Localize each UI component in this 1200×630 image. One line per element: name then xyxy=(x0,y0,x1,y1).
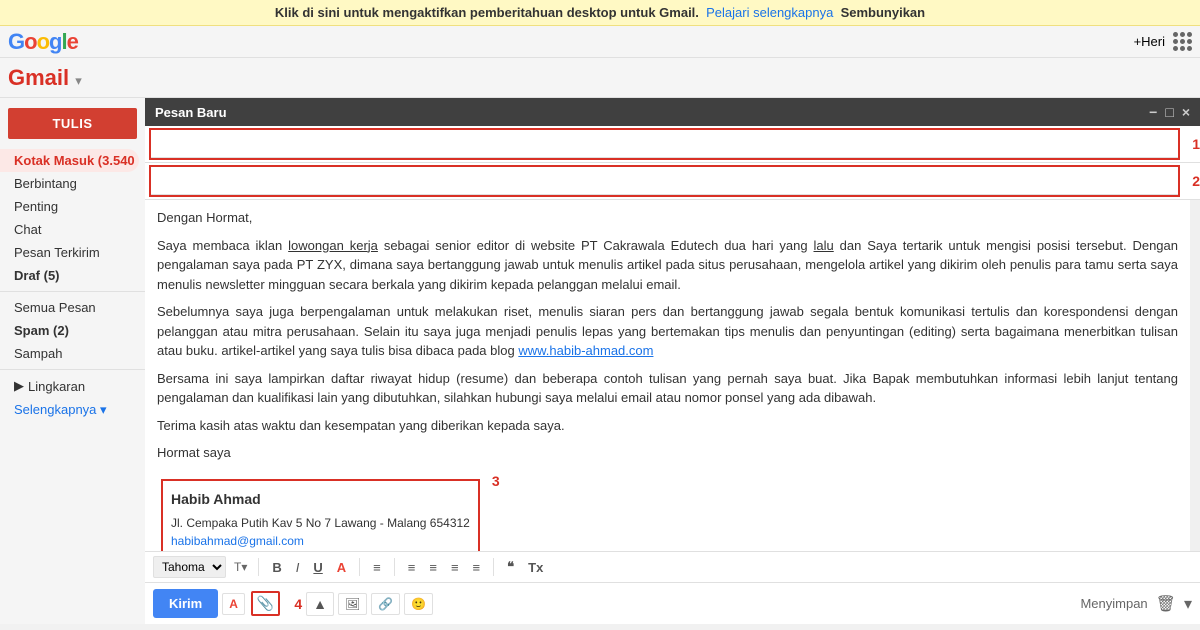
maximize-icon[interactable]: □ xyxy=(1165,104,1173,120)
more-options-icon[interactable]: ▾ xyxy=(1184,594,1192,614)
gmail-header: Gmail ▾ xyxy=(0,58,1200,98)
body-para-2: Sebelumnya saya juga berpengalaman untuk… xyxy=(157,302,1178,361)
circles-label: Lingkaran xyxy=(28,379,85,394)
sidebar-item-circles: ▶ Lingkaran xyxy=(0,374,139,398)
subject-field-box: SENIOR EDITOR - Habib Ahmad xyxy=(149,165,1180,197)
subject-field-row: SENIOR EDITOR - Habib Ahmad 2 xyxy=(145,163,1200,200)
bold-button[interactable]: B xyxy=(268,558,285,577)
format-sep-3 xyxy=(394,558,395,576)
sidebar-more[interactable]: Selengkapnya ▾ xyxy=(0,398,145,422)
compose-modal: Pesan Baru − □ × hrd@cakrawala-edutech.c… xyxy=(145,98,1200,624)
notification-bar: Klik di sini untuk mengaktifkan pemberit… xyxy=(0,0,1200,26)
italic-button[interactable]: I xyxy=(292,558,304,577)
to-field-row: hrd@cakrawala-edutech.com 1 xyxy=(145,126,1200,163)
signature-area: Habib Ahmad Jl. Cempaka Putih Kav 5 No 7… xyxy=(157,471,1178,552)
ul-button[interactable]: ≡ xyxy=(425,558,441,577)
ol-button[interactable]: ≡ xyxy=(404,558,420,577)
image-button[interactable]: 🖼 xyxy=(338,593,367,615)
font-color-toolbar-btn[interactable]: A xyxy=(222,593,245,615)
sidebar-item-drafts[interactable]: Draf (5) xyxy=(0,264,139,287)
field-number-1: 1 xyxy=(1192,136,1200,152)
compose-title: Pesan Baru xyxy=(155,105,227,120)
scroll-bar[interactable] xyxy=(1190,200,1200,551)
learn-more-link[interactable]: Pelajari selengkapnya xyxy=(706,5,833,20)
user-name[interactable]: +Heri xyxy=(1134,34,1165,49)
field-number-4: 4 xyxy=(294,596,302,612)
font-size-icon[interactable]: T▾ xyxy=(234,560,247,574)
compose-header-controls: − □ × xyxy=(1149,104,1190,120)
sidebar-item-inbox[interactable]: Kotak Masuk (3.540 xyxy=(0,149,139,172)
outdent-button[interactable]: ≡ xyxy=(469,558,485,577)
sidebar-divider xyxy=(0,291,145,292)
emoji-button[interactable]: 🙂 xyxy=(404,593,433,615)
to-field: hrd@cakrawala-edutech.com xyxy=(151,130,1178,158)
sidebar-item-spam[interactable]: Spam (2) xyxy=(0,319,139,342)
top-bar: Google +Heri xyxy=(0,26,1200,58)
delete-icon[interactable]: 🗑 xyxy=(1156,594,1176,614)
body-area: Dengan Hormat, Saya membaca iklan lowong… xyxy=(145,200,1200,551)
body-para-4: Terima kasih atas waktu dan kesempatan y… xyxy=(157,416,1178,436)
subject-input[interactable]: SENIOR EDITOR - Habib Ahmad xyxy=(157,171,1172,190)
body-para-3: Bersama ini saya lampirkan daftar riwaya… xyxy=(157,369,1178,408)
compose-button[interactable]: TULIS xyxy=(8,108,137,139)
format-sep-4 xyxy=(493,558,494,576)
sidebar-item-important[interactable]: Penting xyxy=(0,195,139,218)
notification-main-text: Klik di sini untuk mengaktifkan pemberit… xyxy=(275,5,699,20)
signature-email[interactable]: habibahmad@gmail.com xyxy=(171,534,304,548)
toolbar-right: Menyimpan 🗑 ▾ xyxy=(1080,594,1192,614)
apps-icon[interactable] xyxy=(1173,32,1192,51)
sidebar-item-starred[interactable]: Berbintang xyxy=(0,172,139,195)
field-number-2: 2 xyxy=(1192,173,1200,189)
text-color-button[interactable]: A xyxy=(333,558,350,577)
to-input[interactable]: hrd@cakrawala-edutech.com xyxy=(157,134,1172,153)
link-button[interactable]: 🔗 xyxy=(371,593,400,615)
content-area: Pesan Baru − □ × hrd@cakrawala-edutech.c… xyxy=(145,98,1200,624)
body-para-1: Saya membaca iklan lowongan kerja sebaga… xyxy=(157,236,1178,295)
top-right-controls: +Heri xyxy=(1134,32,1192,51)
compose-toolbar: Kirim A 📎 4 ▲ 🖼 🔗 🙂 Menyimpan 🗑 ▾ xyxy=(145,582,1200,624)
subject-field: SENIOR EDITOR - Habib Ahmad xyxy=(151,167,1178,195)
attachment-button-box[interactable]: 📎 xyxy=(251,591,280,616)
google-drive-button[interactable]: ▲ xyxy=(306,592,334,616)
format-sep-1 xyxy=(258,558,259,576)
compose-text-area[interactable]: Dengan Hormat, Saya membaca iklan lowong… xyxy=(145,200,1190,551)
align-button[interactable]: ≡ xyxy=(369,558,385,577)
body-para-0: Dengan Hormat, xyxy=(157,208,1178,228)
sidebar-item-sent[interactable]: Pesan Terkirim xyxy=(0,241,139,264)
blog-link[interactable]: www.habib-ahmad.com xyxy=(518,343,653,358)
to-field-box: hrd@cakrawala-edutech.com xyxy=(149,128,1180,160)
underline-button[interactable]: U xyxy=(309,558,326,577)
remove-format-button[interactable]: Tx xyxy=(524,558,547,577)
minimize-icon[interactable]: − xyxy=(1149,104,1157,120)
signature-name: Habib Ahmad xyxy=(171,489,470,510)
sidebar-divider-2 xyxy=(0,369,145,370)
hide-link[interactable]: Sembunyikan xyxy=(841,5,926,20)
signature-address: Jl. Cempaka Putih Kav 5 No 7 Lawang - Ma… xyxy=(171,514,470,552)
close-icon[interactable]: × xyxy=(1182,104,1190,120)
notification-text: Klik di sini untuk mengaktifkan pemberit… xyxy=(275,5,925,20)
sidebar-item-trash[interactable]: Sampah xyxy=(0,342,139,365)
font-selector[interactable]: Tahoma xyxy=(153,556,226,578)
compose-header: Pesan Baru − □ × xyxy=(145,98,1200,126)
gmail-label: Gmail ▾ xyxy=(8,65,82,91)
signature-address-text: Jl. Cempaka Putih Kav 5 No 7 Lawang - Ma… xyxy=(171,516,470,530)
saving-text: Menyimpan xyxy=(1080,596,1147,611)
google-logo: Google xyxy=(8,29,78,55)
quote-button[interactable]: ❝ xyxy=(503,557,518,577)
field-number-3: 3 xyxy=(492,471,500,492)
sidebar-item-all[interactable]: Semua Pesan xyxy=(0,296,139,319)
dengan-hormat: Dengan Hormat, xyxy=(157,210,252,225)
attachment-icon: 📎 xyxy=(257,595,274,612)
main-layout: TULIS Kotak Masuk (3.540 Berbintang Pent… xyxy=(0,98,1200,624)
indent-button[interactable]: ≡ xyxy=(447,558,463,577)
signature-box: Habib Ahmad Jl. Cempaka Putih Kav 5 No 7… xyxy=(161,479,480,552)
body-para-5: Hormat saya xyxy=(157,443,1178,463)
format-bar: Tahoma T▾ B I U A ≡ ≡ ≡ ≡ ≡ ❝ Tx xyxy=(145,551,1200,582)
sidebar-item-chat[interactable]: Chat xyxy=(0,218,139,241)
send-button[interactable]: Kirim xyxy=(153,589,218,618)
sidebar: TULIS Kotak Masuk (3.540 Berbintang Pent… xyxy=(0,98,145,624)
format-sep-2 xyxy=(359,558,360,576)
